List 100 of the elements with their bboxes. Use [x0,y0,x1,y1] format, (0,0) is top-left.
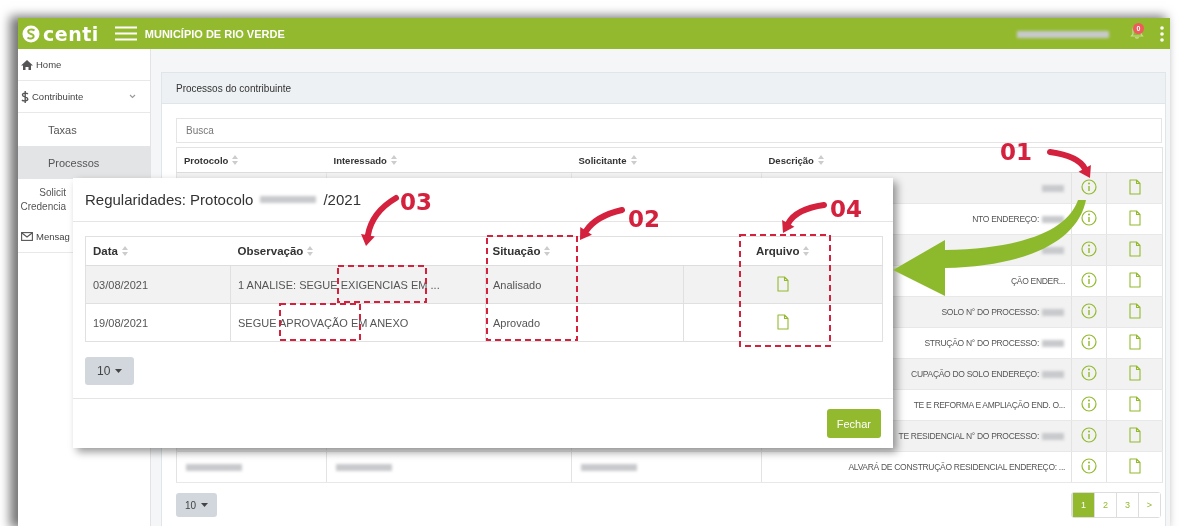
info-button[interactable] [1081,458,1097,474]
info-button[interactable] [1081,427,1097,443]
file-button[interactable] [1128,334,1141,350]
info-icon [1081,396,1097,412]
blurred-text [1042,185,1064,193]
callout-label: 02 [628,206,660,232]
cell-text: TE E REFORMA E AMPLIAÇÃO END. O... [913,400,1065,410]
file-button[interactable] [777,313,789,330]
column-header[interactable]: Arquivo [756,245,800,257]
blurred-text [1042,371,1064,379]
file-icon [1128,303,1141,319]
info-icon [1081,458,1097,474]
file-icon [1128,396,1141,412]
file-button[interactable] [1128,427,1141,443]
dollar-icon [21,90,29,103]
file-icon [1128,365,1141,381]
sidebar-label: Home [36,59,63,70]
logo-icon [22,24,40,43]
file-button[interactable] [1128,241,1141,257]
blurred-text [1042,309,1064,317]
table-cell: 03/08/2021 [85,265,231,304]
info-icon [1081,365,1097,381]
more-button[interactable] [1160,25,1164,42]
dialog-title: /2021 [323,191,361,208]
info-icon [1081,210,1097,226]
info-icon [1081,272,1097,288]
file-icon [1128,458,1141,474]
file-button[interactable] [1128,396,1141,412]
file-icon [777,313,789,330]
info-button[interactable] [1081,179,1097,195]
info-button[interactable] [1081,396,1097,412]
file-button[interactable] [1128,210,1141,226]
file-icon [1128,179,1141,195]
cell-text: SOLO N° DO PROCESSO: [941,307,1039,317]
info-button[interactable] [1081,303,1097,319]
info-icon [1081,334,1097,350]
sort-icon [544,246,551,256]
blurred-text [1042,247,1064,255]
sort-icon [121,246,128,256]
file-button[interactable] [1128,303,1141,319]
file-icon [1128,334,1141,350]
file-button[interactable] [1128,179,1141,195]
file-button[interactable] [1128,272,1141,288]
caret-icon [115,369,123,373]
sort-icon [630,155,637,165]
page-size-dropdown[interactable]: 10 [85,357,135,385]
sort-icon [390,155,397,165]
callout-label: 03 [400,189,432,215]
column-header[interactable]: Protocolo [184,154,229,166]
file-icon [1128,241,1141,257]
caret-icon [201,503,209,507]
sidebar-subitem[interactable]: Processos [18,146,150,179]
callout-arrow [782,202,827,233]
column-header[interactable]: Situação [492,245,541,257]
cell-text: CUPAÇÃO DO SOLO ENDEREÇO: [911,369,1039,379]
menu-icon [114,26,137,41]
table-cell: Aprovado [485,303,684,342]
search-field[interactable]: Busca [176,118,1162,143]
column-header[interactable]: Data [93,245,118,257]
app-title: MUNICÍPIO DE RIO VERDE [144,27,285,40]
kebab-icon [1160,25,1164,42]
page-size-dropdown[interactable]: 10 [176,493,218,517]
blurred-text [1042,340,1064,348]
blurred-text [1042,433,1064,441]
column-header[interactable]: Solicitante [578,154,627,166]
blurred-text [186,464,242,472]
file-button[interactable] [777,275,789,292]
info-icon [1081,179,1097,195]
sort-icon [307,246,314,256]
file-button[interactable] [1128,365,1141,381]
file-icon [777,275,789,292]
cell-text: ÇÃO ENDER... [1010,276,1065,286]
info-button[interactable] [1081,334,1097,350]
envelope-icon [21,232,33,241]
menu-button[interactable] [114,26,137,41]
file-icon [1128,210,1141,226]
file-icon [1128,272,1141,288]
blurred-text [1042,216,1064,224]
sort-icon [817,155,824,165]
column-header[interactable]: Interessado [333,154,387,166]
sort-icon [803,246,810,256]
info-button[interactable] [1081,210,1097,226]
file-button[interactable] [1128,458,1141,474]
callout-arrow [361,195,399,246]
info-icon [1081,303,1097,319]
info-button[interactable] [1081,272,1097,288]
sort-icon [232,155,239,165]
info-button[interactable] [1081,365,1097,381]
table-cell: 19/08/2021 [85,303,231,342]
panel-title: Processos do contribuinte [176,82,292,94]
info-button[interactable] [1081,241,1097,257]
cell-text: STRUÇÃO N° DO PROCESSO: [924,338,1039,348]
column-header[interactable]: Observação [237,245,304,257]
file-icon [1128,427,1141,443]
info-icon [1081,241,1097,257]
column-header[interactable]: Descrição [768,154,814,166]
blurred-text [581,464,637,472]
sidebar-label: Mensag [36,231,71,242]
callout-arrow [580,207,625,240]
cell-text: TE RESIDENCIAL N° DO PROCESSO: [898,431,1039,441]
